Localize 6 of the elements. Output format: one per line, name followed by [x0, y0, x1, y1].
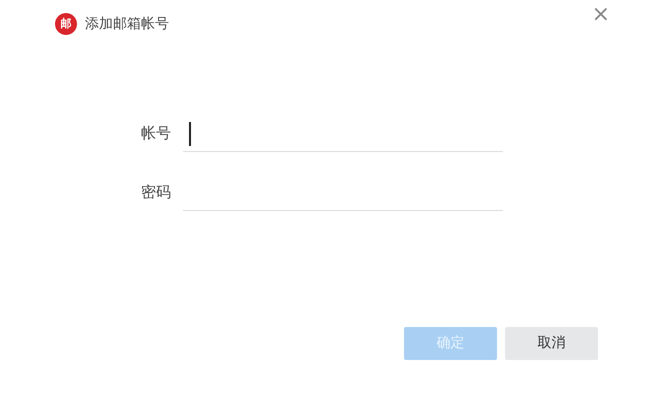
close-button[interactable]: × — [588, 2, 614, 28]
cancel-button[interactable]: 取消 — [505, 327, 598, 360]
field-label: 帐号 — [140, 123, 172, 144]
app-logo: 邮 — [55, 13, 77, 35]
window-title: 添加邮箱帐号 — [85, 14, 169, 34]
field-label: 密码 — [140, 182, 172, 203]
